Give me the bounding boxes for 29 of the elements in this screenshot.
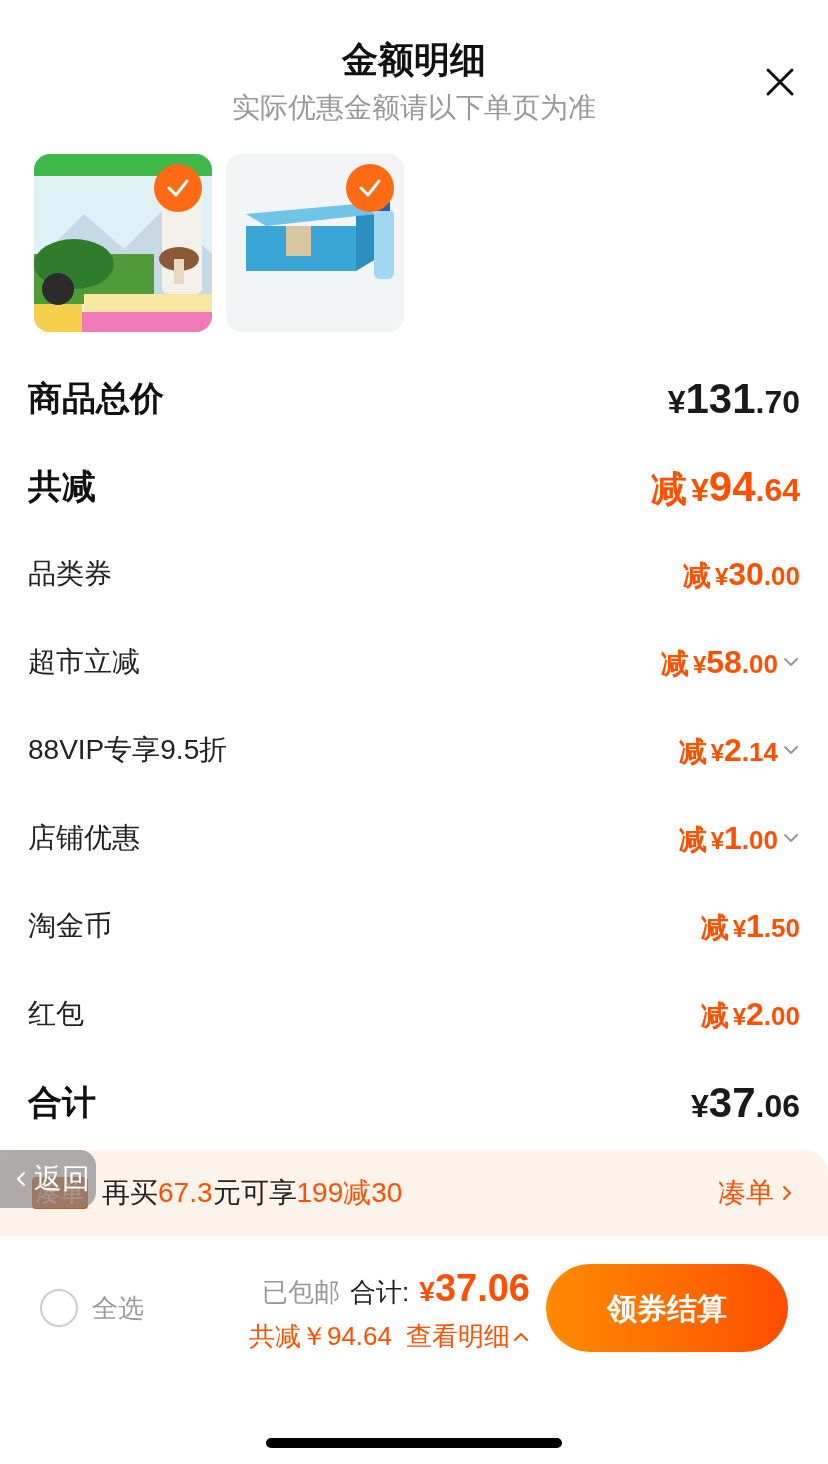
row-label: 店铺优惠 [28,821,140,855]
sheet-title: 金额明细 [342,38,486,82]
row-label: 淘金币 [28,909,112,943]
amount-value: 减¥30.00 [682,555,800,594]
row-label: 品类券 [28,557,112,591]
amount-value: 减¥58.00 [660,643,778,682]
add-items-link[interactable]: 凑单 [718,1172,796,1214]
row-label: 88VIP专享9.5折 [28,733,228,767]
amount-value: 减¥1.00 [678,819,778,858]
amount-value: 减¥2.00 [700,995,800,1034]
checkout-button[interactable]: 领券结算 [546,1264,788,1352]
row-label: 合计 [28,1081,96,1123]
row-label: 商品总价 [28,377,164,419]
row-label: 共减 [28,465,96,507]
total-amount: ¥37.06 [419,1266,530,1311]
amount-value: 减¥94.64 [651,461,800,512]
row-label: 超市立减 [28,645,140,679]
amount-value: ¥37.06 [691,1077,800,1128]
shipping-label: 已包邮 [262,1276,341,1309]
promo-text: 再买67.3元可享199减30 [102,1176,403,1210]
amount-value: 减¥2.14 [678,731,778,770]
savings-text: 共减￥94.64 [248,1320,392,1353]
amount-value: ¥131.70 [667,373,800,424]
total-label: 合计: [350,1276,410,1309]
select-all-checkbox[interactable]: 全选 [40,1288,144,1328]
sheet-subtitle: 实际优惠金额请以下单页为准 [232,91,596,125]
view-details-link[interactable]: 查看明细 [406,1317,530,1356]
row-label: 红包 [28,997,84,1031]
amount-value: 减¥1.50 [700,907,800,946]
